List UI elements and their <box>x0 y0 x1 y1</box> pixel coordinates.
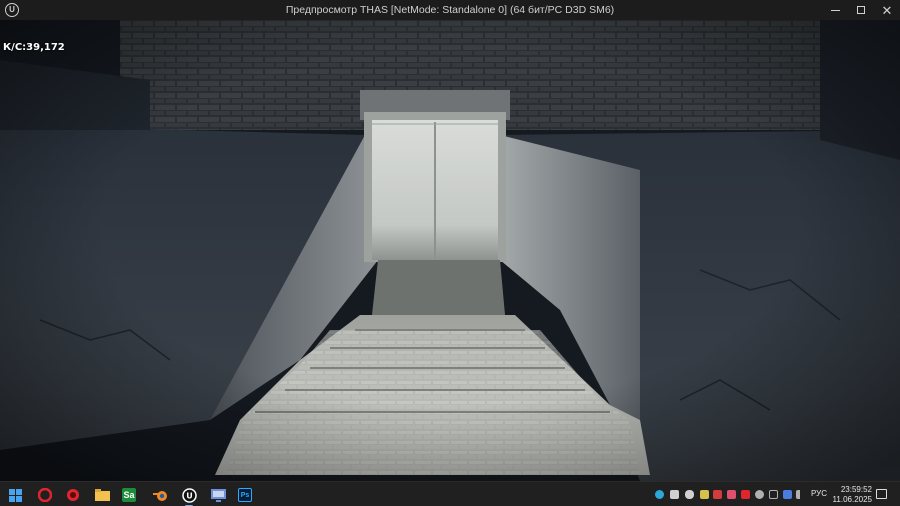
game-viewport[interactable]: К/С:39,172 <box>0 20 900 481</box>
file-explorer-icon[interactable] <box>93 486 111 504</box>
red-circle-app-icon[interactable] <box>64 486 82 504</box>
tray-app-icon-10[interactable] <box>783 490 792 499</box>
blender-icon[interactable] <box>151 486 169 504</box>
monitor-app-icon[interactable] <box>209 486 227 504</box>
tray-app-icon-5[interactable] <box>713 490 722 499</box>
title-bar: U Предпросмотр THAS [NetMode: Standalone… <box>0 0 900 20</box>
tray-app-icon-1[interactable] <box>655 490 664 499</box>
opera-browser-icon[interactable] <box>36 486 54 504</box>
taskbar: Sa U Ps РУС 23:59:52 11.06.2025 <box>0 481 900 506</box>
minimize-button[interactable] <box>822 0 848 20</box>
tray-app-icon-8[interactable] <box>755 490 764 499</box>
volume-icon[interactable] <box>796 490 802 499</box>
scene-render <box>0 20 900 481</box>
substance-painter-icon[interactable]: Sa <box>122 488 136 502</box>
language-indicator[interactable]: РУС <box>811 489 827 498</box>
maximize-icon <box>857 6 865 14</box>
tray-app-icon-3[interactable] <box>685 490 694 499</box>
tray-app-icon-4[interactable] <box>700 490 709 499</box>
clock[interactable]: 23:59:52 11.06.2025 <box>826 485 872 505</box>
fps-counter: К/С:39,172 <box>3 42 65 53</box>
tray-app-icon-2[interactable] <box>670 490 679 499</box>
tray-app-icon-9[interactable] <box>769 490 778 499</box>
windows-start-icon[interactable] <box>6 486 24 504</box>
notification-icon[interactable] <box>876 489 887 499</box>
substance-painter-label: Sa <box>123 490 135 500</box>
maximize-button[interactable] <box>848 0 874 20</box>
close-icon: ✕ <box>881 2 893 18</box>
svg-text:U: U <box>186 491 193 500</box>
clock-time: 23:59:52 <box>840 485 872 494</box>
window-title: Предпросмотр THAS [NetMode: Standalone 0… <box>285 4 615 16</box>
tray-app-icon-6[interactable] <box>727 490 736 499</box>
photoshop-label: Ps <box>240 491 250 499</box>
minimize-icon <box>830 9 840 11</box>
tray-app-icon-7[interactable] <box>741 490 750 499</box>
clock-date: 11.06.2025 <box>832 495 872 504</box>
unreal-engine-icon[interactable]: U <box>180 486 198 506</box>
close-button[interactable]: ✕ <box>874 0 900 20</box>
photoshop-icon[interactable]: Ps <box>238 488 252 502</box>
